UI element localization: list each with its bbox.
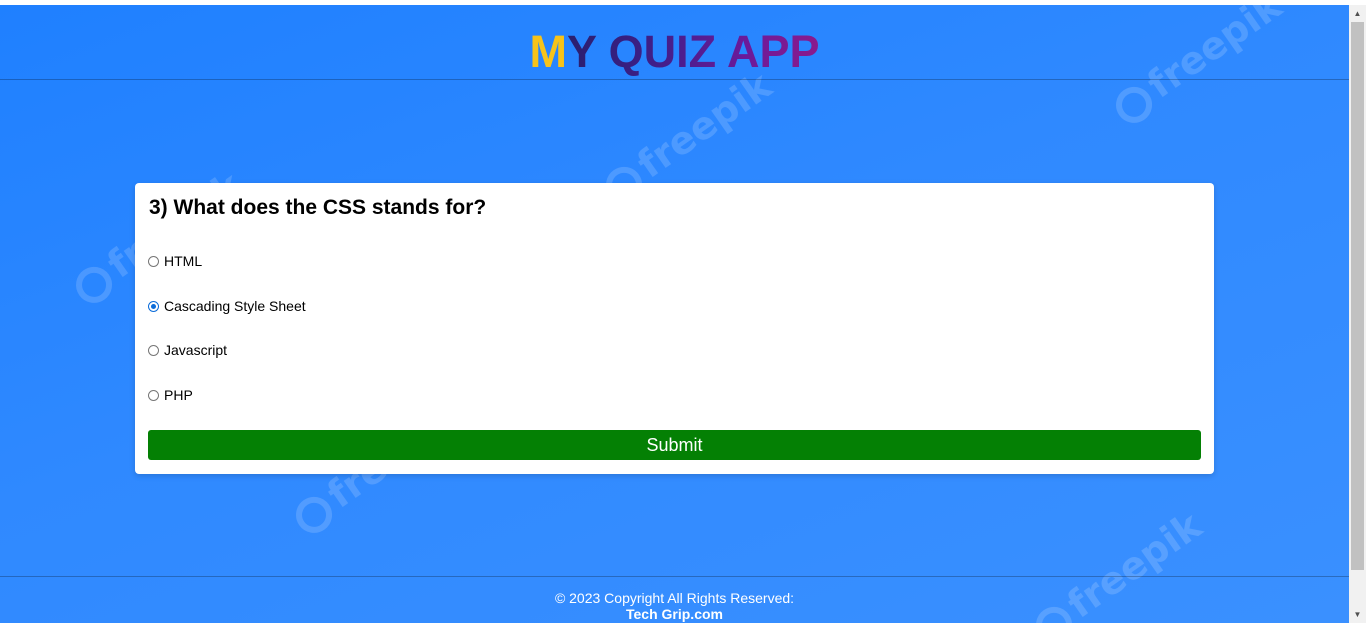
option-radio-selected[interactable] — [148, 300, 159, 312]
watermark-logo-icon — [68, 259, 119, 310]
option-label: Javascript — [164, 342, 228, 358]
option-radio[interactable] — [148, 389, 159, 401]
watermark-logo-icon — [1108, 79, 1159, 130]
watermark-logo-icon — [288, 489, 339, 540]
scroll-down-arrow-icon[interactable]: ▼ — [1349, 606, 1366, 623]
option-label: Cascading Style Sheet — [164, 298, 306, 314]
option-label: PHP — [164, 387, 193, 403]
quiz-card: 3) What does the CSS stands for? HTML Ca… — [135, 183, 1214, 474]
page-footer: © 2023 Copyright All Rights Reserved: Te… — [0, 576, 1349, 623]
app-title: MY QUIZ APP — [529, 5, 819, 76]
scroll-up-arrow-icon[interactable]: ▲ — [1349, 5, 1366, 22]
app-title-first-letter: M — [529, 26, 567, 77]
app-header: MY QUIZ APP — [0, 5, 1349, 80]
option-javascript[interactable]: Javascript — [147, 342, 227, 358]
option-php[interactable]: PHP — [147, 387, 193, 403]
question-text: 3) What does the CSS stands for? — [149, 196, 487, 219]
app-title-rest: Y QUIZ APP — [566, 26, 820, 77]
option-label: HTML — [164, 253, 203, 269]
scrollbar-thumb[interactable] — [1351, 22, 1364, 570]
copyright-text: © 2023 Copyright All Rights Reserved: — [554, 590, 795, 606]
submit-button[interactable]: Submit — [148, 430, 1201, 460]
option-html[interactable]: HTML — [147, 253, 202, 269]
option-radio[interactable] — [148, 344, 159, 356]
option-cascading-style-sheet[interactable]: Cascading Style Sheet — [147, 298, 306, 314]
footer-brand: Tech Grip.com — [626, 606, 723, 622]
page-background: freepik freepik freepik freepik freepik … — [0, 5, 1349, 623]
vertical-scrollbar[interactable]: ▲ ▼ — [1349, 5, 1366, 623]
option-radio[interactable] — [148, 255, 159, 267]
